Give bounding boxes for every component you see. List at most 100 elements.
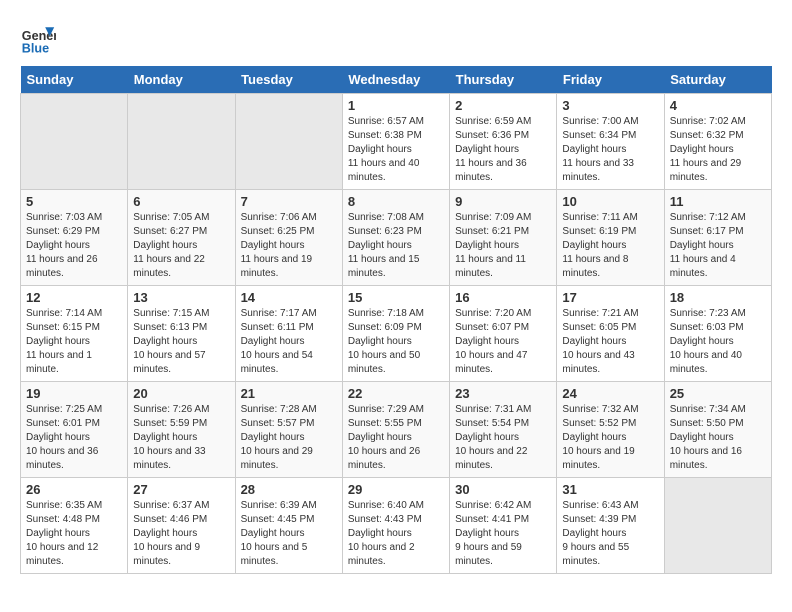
day-header-sunday: Sunday [21, 66, 128, 94]
day-number: 23 [455, 386, 551, 401]
day-number: 25 [670, 386, 766, 401]
day-info: Sunrise: 7:29 AM Sunset: 5:55 PM Dayligh… [348, 403, 444, 473]
day-info: Sunrise: 7:12 AM Sunset: 6:17 PM Dayligh… [670, 211, 766, 281]
page-header: General Blue [20, 20, 772, 56]
day-cell: 3 Sunrise: 7:00 AM Sunset: 6:34 PM Dayli… [557, 94, 664, 190]
day-cell: 5 Sunrise: 7:03 AM Sunset: 6:29 PM Dayli… [21, 190, 128, 286]
day-info: Sunrise: 6:43 AM Sunset: 4:39 PM Dayligh… [562, 499, 658, 569]
day-cell: 30 Sunrise: 6:42 AM Sunset: 4:41 PM Dayl… [450, 478, 557, 574]
day-info: Sunrise: 7:17 AM Sunset: 6:11 PM Dayligh… [241, 307, 337, 377]
day-cell: 26 Sunrise: 6:35 AM Sunset: 4:48 PM Dayl… [21, 478, 128, 574]
day-info: Sunrise: 7:18 AM Sunset: 6:09 PM Dayligh… [348, 307, 444, 377]
day-number: 18 [670, 290, 766, 305]
day-info: Sunrise: 6:39 AM Sunset: 4:45 PM Dayligh… [241, 499, 337, 569]
day-info: Sunrise: 7:00 AM Sunset: 6:34 PM Dayligh… [562, 115, 658, 185]
day-number: 19 [26, 386, 122, 401]
day-info: Sunrise: 7:11 AM Sunset: 6:19 PM Dayligh… [562, 211, 658, 281]
day-cell: 28 Sunrise: 6:39 AM Sunset: 4:45 PM Dayl… [235, 478, 342, 574]
day-info: Sunrise: 7:08 AM Sunset: 6:23 PM Dayligh… [348, 211, 444, 281]
day-header-monday: Monday [128, 66, 235, 94]
day-number: 27 [133, 482, 229, 497]
day-number: 26 [26, 482, 122, 497]
day-number: 17 [562, 290, 658, 305]
day-number: 16 [455, 290, 551, 305]
day-info: Sunrise: 7:03 AM Sunset: 6:29 PM Dayligh… [26, 211, 122, 281]
day-number: 31 [562, 482, 658, 497]
day-header-friday: Friday [557, 66, 664, 94]
day-info: Sunrise: 7:02 AM Sunset: 6:32 PM Dayligh… [670, 115, 766, 185]
day-header-tuesday: Tuesday [235, 66, 342, 94]
day-number: 29 [348, 482, 444, 497]
day-cell: 31 Sunrise: 6:43 AM Sunset: 4:39 PM Dayl… [557, 478, 664, 574]
day-info: Sunrise: 6:37 AM Sunset: 4:46 PM Dayligh… [133, 499, 229, 569]
day-number: 13 [133, 290, 229, 305]
day-number: 5 [26, 194, 122, 209]
day-cell: 12 Sunrise: 7:14 AM Sunset: 6:15 PM Dayl… [21, 286, 128, 382]
day-number: 24 [562, 386, 658, 401]
logo-icon: General Blue [20, 20, 56, 56]
day-cell: 22 Sunrise: 7:29 AM Sunset: 5:55 PM Dayl… [342, 382, 449, 478]
day-info: Sunrise: 7:05 AM Sunset: 6:27 PM Dayligh… [133, 211, 229, 281]
day-number: 22 [348, 386, 444, 401]
day-info: Sunrise: 7:09 AM Sunset: 6:21 PM Dayligh… [455, 211, 551, 281]
day-number: 20 [133, 386, 229, 401]
day-number: 6 [133, 194, 229, 209]
day-number: 2 [455, 98, 551, 113]
week-row-4: 19 Sunrise: 7:25 AM Sunset: 6:01 PM Dayl… [21, 382, 772, 478]
day-cell [128, 94, 235, 190]
day-info: Sunrise: 6:40 AM Sunset: 4:43 PM Dayligh… [348, 499, 444, 569]
day-info: Sunrise: 7:32 AM Sunset: 5:52 PM Dayligh… [562, 403, 658, 473]
day-cell: 18 Sunrise: 7:23 AM Sunset: 6:03 PM Dayl… [664, 286, 771, 382]
day-number: 12 [26, 290, 122, 305]
day-number: 11 [670, 194, 766, 209]
day-number: 3 [562, 98, 658, 113]
day-cell: 21 Sunrise: 7:28 AM Sunset: 5:57 PM Dayl… [235, 382, 342, 478]
day-cell: 1 Sunrise: 6:57 AM Sunset: 6:38 PM Dayli… [342, 94, 449, 190]
logo: General Blue [20, 20, 60, 56]
day-number: 21 [241, 386, 337, 401]
day-cell: 20 Sunrise: 7:26 AM Sunset: 5:59 PM Dayl… [128, 382, 235, 478]
day-number: 8 [348, 194, 444, 209]
day-number: 9 [455, 194, 551, 209]
day-info: Sunrise: 6:57 AM Sunset: 6:38 PM Dayligh… [348, 115, 444, 185]
day-cell: 23 Sunrise: 7:31 AM Sunset: 5:54 PM Dayl… [450, 382, 557, 478]
day-info: Sunrise: 7:25 AM Sunset: 6:01 PM Dayligh… [26, 403, 122, 473]
day-number: 30 [455, 482, 551, 497]
day-number: 10 [562, 194, 658, 209]
day-info: Sunrise: 7:23 AM Sunset: 6:03 PM Dayligh… [670, 307, 766, 377]
week-row-5: 26 Sunrise: 6:35 AM Sunset: 4:48 PM Dayl… [21, 478, 772, 574]
day-info: Sunrise: 7:06 AM Sunset: 6:25 PM Dayligh… [241, 211, 337, 281]
day-info: Sunrise: 6:42 AM Sunset: 4:41 PM Dayligh… [455, 499, 551, 569]
day-number: 7 [241, 194, 337, 209]
day-info: Sunrise: 7:21 AM Sunset: 6:05 PM Dayligh… [562, 307, 658, 377]
day-cell: 25 Sunrise: 7:34 AM Sunset: 5:50 PM Dayl… [664, 382, 771, 478]
svg-text:Blue: Blue [22, 41, 49, 55]
week-row-1: 1 Sunrise: 6:57 AM Sunset: 6:38 PM Dayli… [21, 94, 772, 190]
day-info: Sunrise: 6:59 AM Sunset: 6:36 PM Dayligh… [455, 115, 551, 185]
day-info: Sunrise: 7:26 AM Sunset: 5:59 PM Dayligh… [133, 403, 229, 473]
day-number: 14 [241, 290, 337, 305]
day-cell: 24 Sunrise: 7:32 AM Sunset: 5:52 PM Dayl… [557, 382, 664, 478]
day-info: Sunrise: 7:31 AM Sunset: 5:54 PM Dayligh… [455, 403, 551, 473]
day-header-saturday: Saturday [664, 66, 771, 94]
day-cell: 13 Sunrise: 7:15 AM Sunset: 6:13 PM Dayl… [128, 286, 235, 382]
day-cell: 2 Sunrise: 6:59 AM Sunset: 6:36 PM Dayli… [450, 94, 557, 190]
day-number: 15 [348, 290, 444, 305]
day-cell: 19 Sunrise: 7:25 AM Sunset: 6:01 PM Dayl… [21, 382, 128, 478]
day-cell: 6 Sunrise: 7:05 AM Sunset: 6:27 PM Dayli… [128, 190, 235, 286]
week-row-2: 5 Sunrise: 7:03 AM Sunset: 6:29 PM Dayli… [21, 190, 772, 286]
day-header-wednesday: Wednesday [342, 66, 449, 94]
day-cell: 14 Sunrise: 7:17 AM Sunset: 6:11 PM Dayl… [235, 286, 342, 382]
day-cell: 15 Sunrise: 7:18 AM Sunset: 6:09 PM Dayl… [342, 286, 449, 382]
day-info: Sunrise: 7:15 AM Sunset: 6:13 PM Dayligh… [133, 307, 229, 377]
day-cell: 11 Sunrise: 7:12 AM Sunset: 6:17 PM Dayl… [664, 190, 771, 286]
day-cell: 17 Sunrise: 7:21 AM Sunset: 6:05 PM Dayl… [557, 286, 664, 382]
day-info: Sunrise: 7:20 AM Sunset: 6:07 PM Dayligh… [455, 307, 551, 377]
day-info: Sunrise: 7:34 AM Sunset: 5:50 PM Dayligh… [670, 403, 766, 473]
day-cell: 29 Sunrise: 6:40 AM Sunset: 4:43 PM Dayl… [342, 478, 449, 574]
calendar-table: SundayMondayTuesdayWednesdayThursdayFrid… [20, 66, 772, 574]
day-number: 4 [670, 98, 766, 113]
day-cell: 10 Sunrise: 7:11 AM Sunset: 6:19 PM Dayl… [557, 190, 664, 286]
day-number: 28 [241, 482, 337, 497]
day-info: Sunrise: 6:35 AM Sunset: 4:48 PM Dayligh… [26, 499, 122, 569]
